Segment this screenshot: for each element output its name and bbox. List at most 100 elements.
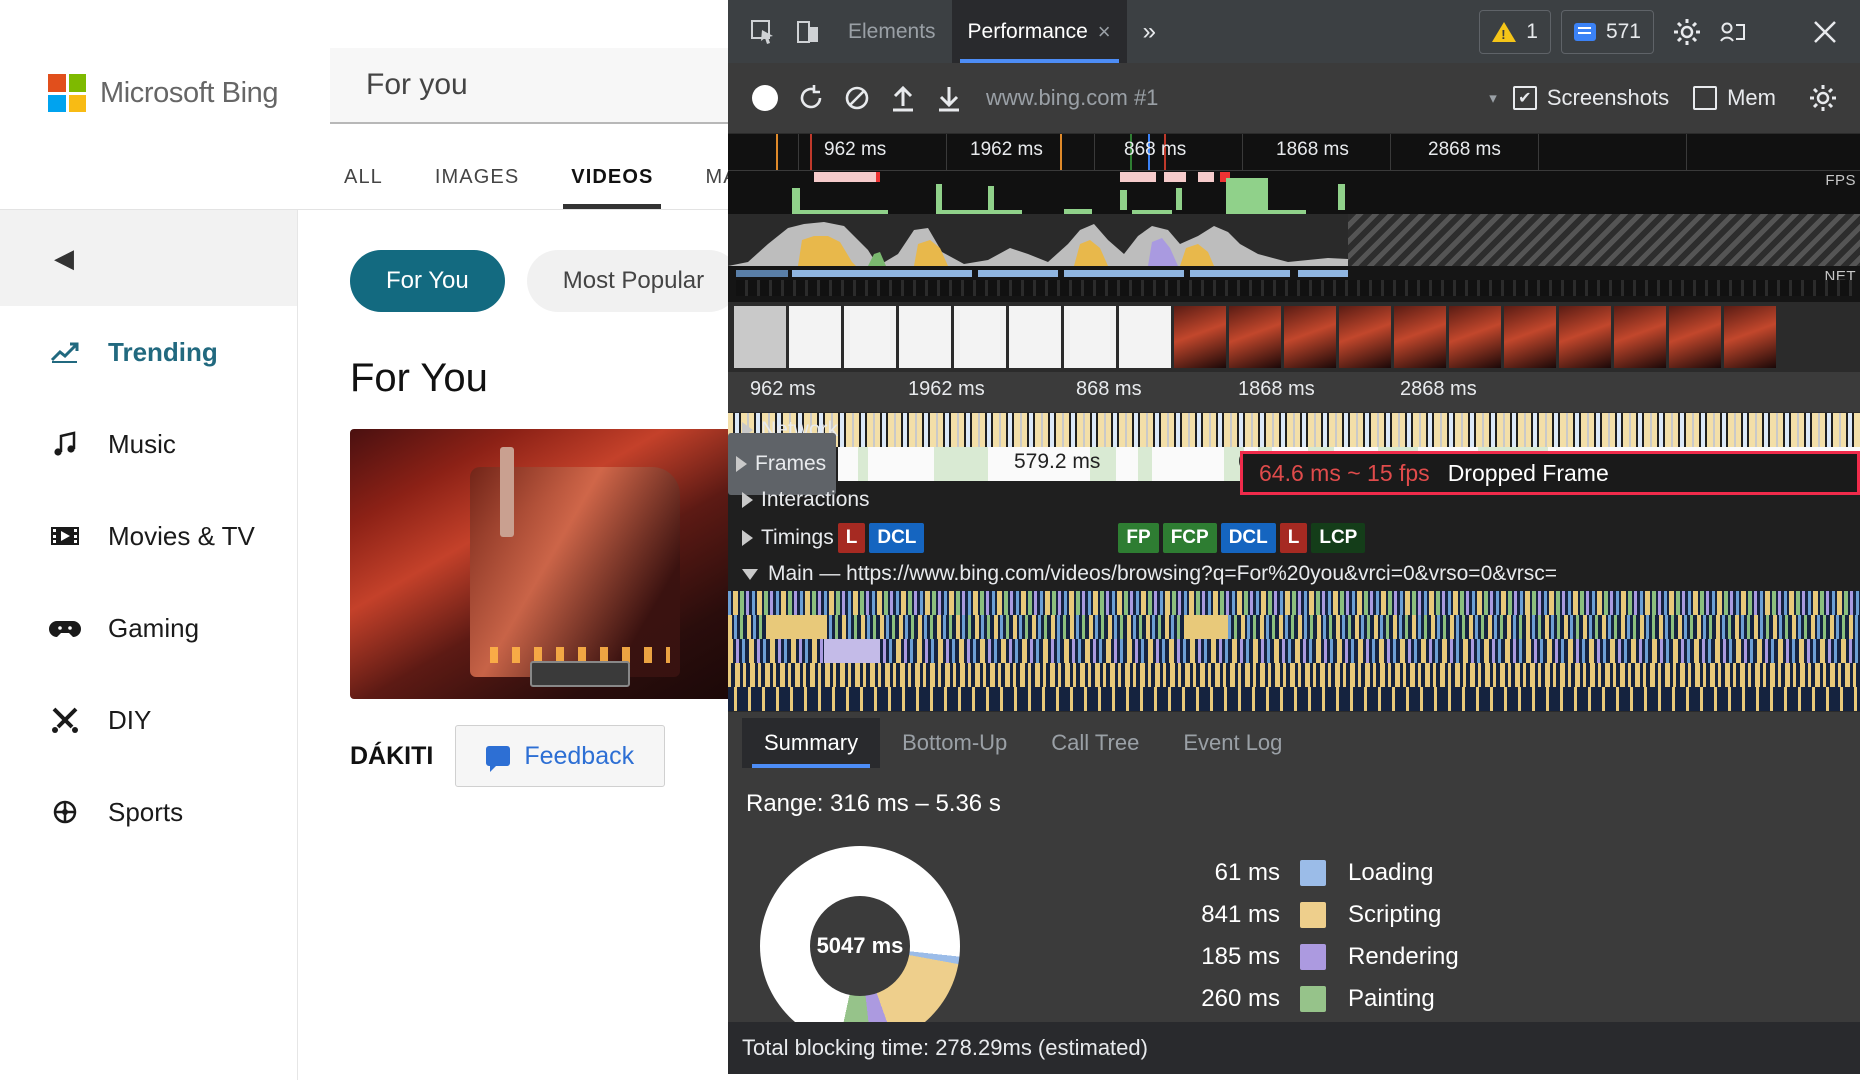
- filmstrip-frame[interactable]: [1339, 306, 1391, 368]
- sidebar-collapse-button[interactable]: ◀: [0, 210, 297, 306]
- overview-tick: 962 ms: [824, 139, 887, 160]
- activity-donut-chart: 5047 ms: [760, 846, 980, 1022]
- overview-fps-track: FPS: [728, 170, 1860, 214]
- filmstrip-frame[interactable]: [1614, 306, 1666, 368]
- more-options-icon[interactable]: more-options-icon: [1756, 9, 1802, 55]
- devices-icon[interactable]: [1710, 9, 1756, 55]
- filmstrip-frame[interactable]: [1174, 306, 1226, 368]
- filmstrip-frame[interactable]: [1724, 306, 1776, 368]
- legend-row-loading[interactable]: 61 ms Loading: [1000, 852, 1860, 894]
- filmstrip-frame[interactable]: [789, 306, 841, 368]
- ruler-tick: 1962 ms: [908, 378, 985, 400]
- timing-marker-dcl-2[interactable]: DCL: [1220, 523, 1276, 553]
- filmstrip-frame[interactable]: [1229, 306, 1281, 368]
- sidebar-item-trending[interactable]: Trending: [0, 306, 297, 398]
- video-title: DÁKITI: [350, 741, 434, 770]
- timing-marker-l-2[interactable]: L: [1279, 523, 1308, 553]
- filmstrip[interactable]: [728, 302, 1860, 372]
- filmstrip-frame[interactable]: [734, 306, 786, 368]
- legend-swatch-loading: [1300, 860, 1326, 886]
- sidebar-item-diy[interactable]: DIY: [0, 674, 297, 766]
- tab-summary[interactable]: Summary: [742, 718, 881, 768]
- sidebar-item-movies-tv[interactable]: Movies & TV: [0, 490, 297, 582]
- legend-row-painting[interactable]: 260 ms Painting: [1000, 978, 1860, 1020]
- details-tabbar: Summary Bottom-Up Call Tree Event Log: [728, 711, 1860, 768]
- screenshots-checkbox[interactable]: Screenshots: [1512, 85, 1669, 111]
- capture-settings-gear-icon[interactable]: [1800, 75, 1846, 121]
- chip-for-you[interactable]: For You: [350, 250, 505, 312]
- timeline-overview[interactable]: 962 ms 1962 ms 868 ms 1868 ms 2868 ms FP…: [728, 134, 1860, 302]
- track-timings[interactable]: Timings L DCL FP FCP DCL L LCP: [728, 519, 1860, 557]
- legend-label: Scripting: [1348, 901, 1442, 928]
- filmstrip-frame[interactable]: [844, 306, 896, 368]
- timing-marker-fp[interactable]: FP: [1118, 523, 1159, 553]
- filmstrip-frame[interactable]: [954, 306, 1006, 368]
- clear-icon[interactable]: [834, 75, 880, 121]
- sidebar-item-gaming[interactable]: Gaming: [0, 582, 297, 674]
- timing-marker-lcp[interactable]: LCP: [1311, 523, 1366, 553]
- legend-label: Rendering: [1348, 943, 1459, 970]
- microsoft-logo-icon: [48, 74, 86, 112]
- inspect-element-icon[interactable]: [740, 9, 786, 55]
- interactions-track-header[interactable]: Interactions: [728, 488, 870, 512]
- tab-videos[interactable]: VIDEOS: [545, 144, 679, 209]
- legend-label: Painting: [1348, 985, 1435, 1012]
- overview-net-track: NET: [728, 266, 1860, 302]
- legend-row-scripting[interactable]: 841 ms Scripting: [1000, 894, 1860, 936]
- feedback-button[interactable]: Feedback: [455, 725, 666, 787]
- memory-checkbox[interactable]: Mem: [1693, 85, 1776, 111]
- tab-elements[interactable]: Elements: [832, 0, 952, 63]
- filmstrip-frame[interactable]: [1449, 306, 1501, 368]
- track-network[interactable]: Network: [728, 413, 1860, 447]
- filmstrip-frame[interactable]: [1009, 306, 1061, 368]
- close-devtools-icon[interactable]: [1802, 9, 1848, 55]
- timings-track-header[interactable]: Timings: [728, 526, 834, 550]
- filmstrip-frame[interactable]: [1394, 306, 1446, 368]
- legend-row-rendering[interactable]: 185 ms Rendering: [1000, 936, 1860, 978]
- tab-call-tree[interactable]: Call Tree: [1029, 718, 1161, 768]
- device-toggle-icon[interactable]: [786, 9, 832, 55]
- tab-bottom-up[interactable]: Bottom-Up: [880, 718, 1029, 768]
- tab-all[interactable]: ALL: [318, 144, 409, 209]
- tab-images[interactable]: IMAGES: [409, 144, 545, 209]
- timing-marker-fcp[interactable]: FCP: [1162, 523, 1217, 553]
- warning-icon: [1492, 21, 1517, 42]
- settings-gear-icon[interactable]: [1664, 9, 1710, 55]
- filmstrip-frame[interactable]: [1064, 306, 1116, 368]
- summary-body: 5047 ms 61 ms Loading 841 ms Scripting 1…: [746, 846, 1860, 1022]
- target-dropdown-caret-icon[interactable]: ▾: [1473, 89, 1513, 107]
- legend-label: Loading: [1348, 859, 1434, 886]
- ruler-tick: 2868 ms: [1400, 378, 1477, 400]
- filmstrip-frame[interactable]: [1669, 306, 1721, 368]
- recording-target-label: www.bing.com #1: [986, 85, 1159, 110]
- filmstrip-frame[interactable]: [1504, 306, 1556, 368]
- sports-icon: [48, 795, 82, 829]
- timing-marker-dcl[interactable]: DCL: [869, 523, 925, 553]
- filmstrip-frame[interactable]: [1559, 306, 1611, 368]
- filmstrip-frame[interactable]: [899, 306, 951, 368]
- bing-logo[interactable]: Microsoft Bing: [0, 0, 280, 112]
- network-requests-band[interactable]: [728, 413, 1860, 447]
- dropped-frame-duration: 64.6 ms ~ 15 fps: [1259, 459, 1430, 486]
- timings-track-label: Timings: [761, 526, 834, 549]
- more-tabs-icon[interactable]: »: [1127, 18, 1172, 46]
- flame-chart[interactable]: [728, 591, 1860, 711]
- download-profile-icon[interactable]: [926, 75, 972, 121]
- close-tab-icon[interactable]: ×: [1098, 19, 1111, 45]
- message-badge[interactable]: 571: [1560, 9, 1654, 54]
- record-icon[interactable]: [742, 75, 788, 121]
- reload-record-icon[interactable]: [788, 75, 834, 121]
- warning-badge[interactable]: 1: [1479, 9, 1551, 54]
- sidebar-item-music[interactable]: Music: [0, 398, 297, 490]
- ruler-tick: 1868 ms: [1238, 378, 1315, 400]
- filmstrip-frame[interactable]: [1119, 306, 1171, 368]
- chip-most-popular[interactable]: Most Popular: [526, 250, 741, 312]
- filmstrip-frame[interactable]: [1284, 306, 1336, 368]
- timing-marker-l[interactable]: L: [837, 523, 866, 553]
- frames-track-header[interactable]: Frames: [728, 433, 837, 495]
- tab-event-log[interactable]: Event Log: [1161, 718, 1304, 768]
- tab-performance[interactable]: Performance ×: [951, 0, 1127, 63]
- track-main-header[interactable]: Main — https://www.bing.com/videos/brows…: [728, 557, 1860, 591]
- sidebar-item-sports[interactable]: Sports: [0, 766, 297, 858]
- upload-profile-icon[interactable]: [880, 75, 926, 121]
